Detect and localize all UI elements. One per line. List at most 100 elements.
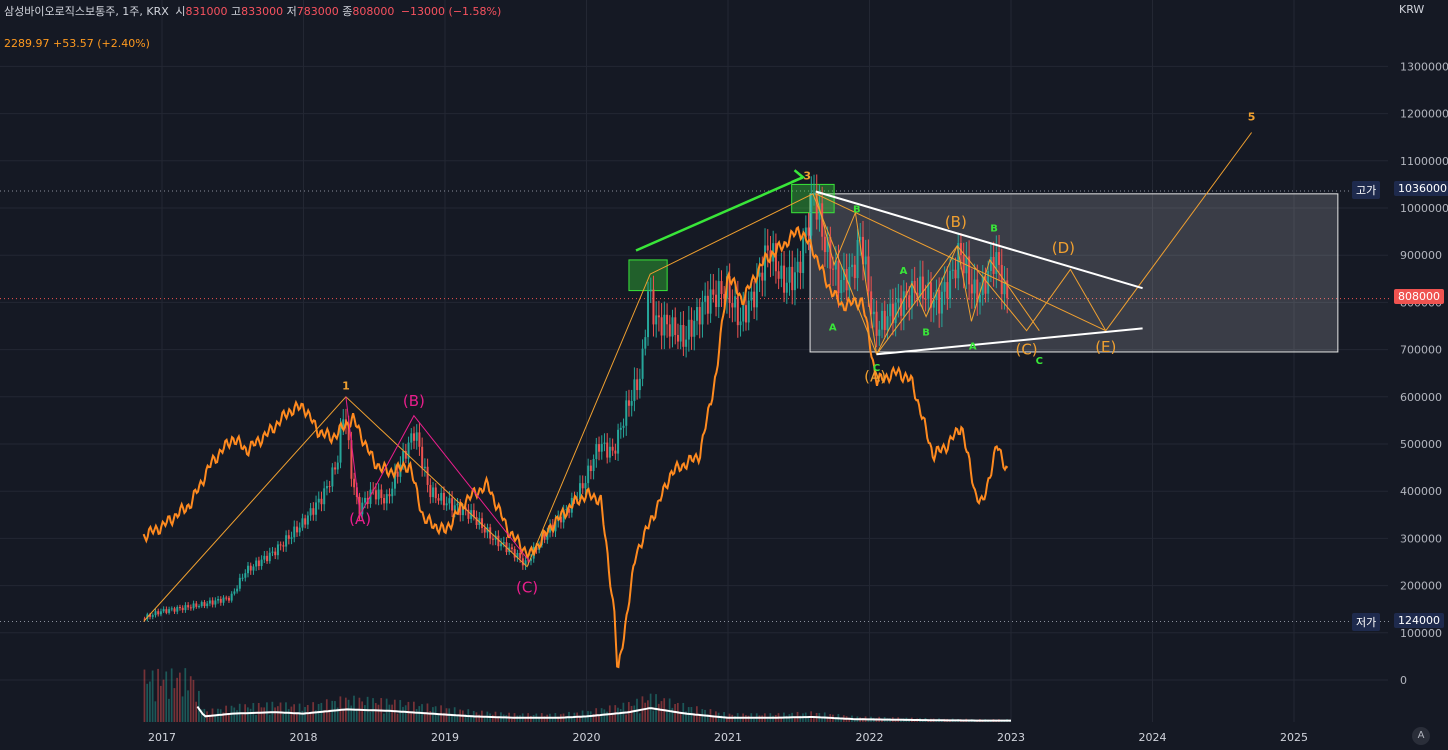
candle-body [753, 291, 756, 308]
candle-body [451, 498, 454, 511]
volume-bar [510, 718, 513, 722]
volume-bar [377, 704, 380, 722]
candle-body [445, 503, 448, 506]
volume-bar [753, 718, 755, 722]
candle-body [298, 527, 301, 533]
volume-bar [301, 710, 304, 722]
volume-bar [168, 698, 170, 722]
candle-body [647, 291, 650, 338]
candle-body [706, 295, 709, 314]
index-legend: 2289.97 +53.57 (+2.40%) [4, 37, 150, 50]
candle-body [255, 560, 258, 567]
volume-bar [772, 715, 774, 722]
candle-body [203, 602, 206, 607]
volume-bar [388, 704, 391, 722]
wave-label: (E) [1095, 338, 1116, 356]
candle-body [739, 321, 742, 326]
candle-body [388, 494, 391, 497]
candle-body [418, 432, 421, 447]
close-value: 808000 [352, 5, 395, 18]
candle-body [766, 245, 769, 251]
candle-body [244, 573, 247, 578]
volume-bar [181, 696, 184, 722]
volume-bar [361, 701, 364, 722]
candle-body [412, 433, 415, 441]
candle-body [168, 609, 171, 613]
auto-scale-button[interactable]: A [1412, 727, 1430, 745]
candle-body [717, 281, 720, 308]
wave-label: A [829, 323, 837, 334]
candle-body [921, 276, 924, 299]
volume-bar [255, 714, 257, 722]
candle-body [285, 535, 288, 547]
candle-body [415, 432, 418, 441]
candle-body [856, 239, 859, 279]
candle-body [154, 611, 157, 616]
volume-bar [364, 705, 366, 722]
candle-body [701, 301, 704, 325]
volume-bar [603, 709, 606, 722]
volume-bar [176, 677, 178, 722]
high-label: 고 [230, 5, 242, 18]
y-tick-label: 400000 [1400, 485, 1442, 498]
candle-body [785, 282, 788, 293]
candle-body [263, 555, 266, 560]
candle-body [840, 279, 843, 294]
candle-body [638, 378, 641, 391]
volume-bar [287, 709, 290, 722]
low-price-label: 저가 [1352, 613, 1381, 631]
candle-body [940, 291, 943, 314]
volume-bar [189, 676, 192, 722]
volume-bar [276, 706, 279, 722]
volume-bar [671, 707, 674, 722]
candle-body [274, 551, 277, 556]
candle-body [687, 319, 690, 340]
volume-bar [290, 706, 293, 722]
y-tick-label: 100000 [1400, 627, 1442, 640]
candle-body [777, 271, 780, 279]
candle-body [437, 498, 440, 501]
candle-body [867, 256, 870, 292]
y-tick-label: 200000 [1400, 580, 1442, 593]
x-tick-label: 2025 [1280, 731, 1308, 744]
y-tick-label: 700000 [1400, 344, 1442, 357]
candle-body [247, 565, 250, 574]
volume-bar [260, 707, 263, 722]
candle-body [649, 289, 652, 292]
candle-body [883, 310, 886, 331]
candle-body [951, 269, 954, 271]
candle-body [663, 314, 666, 336]
candle-body [864, 256, 867, 265]
candle-body [704, 295, 707, 302]
candle-body [276, 544, 279, 556]
volume-bar [524, 718, 527, 722]
y-tick-label: 1000000 [1400, 202, 1448, 215]
high-value: 833000 [241, 5, 284, 18]
high-price-label: 고가 [1352, 181, 1381, 199]
volume-bar [780, 718, 783, 722]
volume-bar [146, 683, 149, 722]
volume-bar [369, 712, 372, 722]
candle-body [589, 465, 592, 472]
candle-body [383, 498, 386, 504]
candle-body [268, 552, 271, 562]
candle-body [655, 315, 658, 325]
volume-bar [192, 679, 195, 722]
volume-bar [644, 702, 647, 722]
price-chart[interactable]: 0 100000 200000 300000 400000 500000 600000 700… [0, 0, 1448, 750]
candle-body [744, 305, 747, 323]
candle-body [328, 486, 331, 488]
volume-bar [157, 668, 159, 722]
volume-bar [151, 670, 154, 722]
candle-body [312, 508, 315, 515]
highlight-box [791, 183, 835, 214]
y-tick-label: 500000 [1400, 438, 1442, 451]
candle-body [679, 324, 682, 342]
candle-body [336, 462, 339, 470]
candle-body [432, 487, 435, 498]
candle-body [217, 599, 220, 601]
candle-body [233, 591, 236, 594]
volume-bar [483, 717, 486, 722]
candle-body [236, 588, 239, 592]
volume-bar [630, 705, 633, 722]
